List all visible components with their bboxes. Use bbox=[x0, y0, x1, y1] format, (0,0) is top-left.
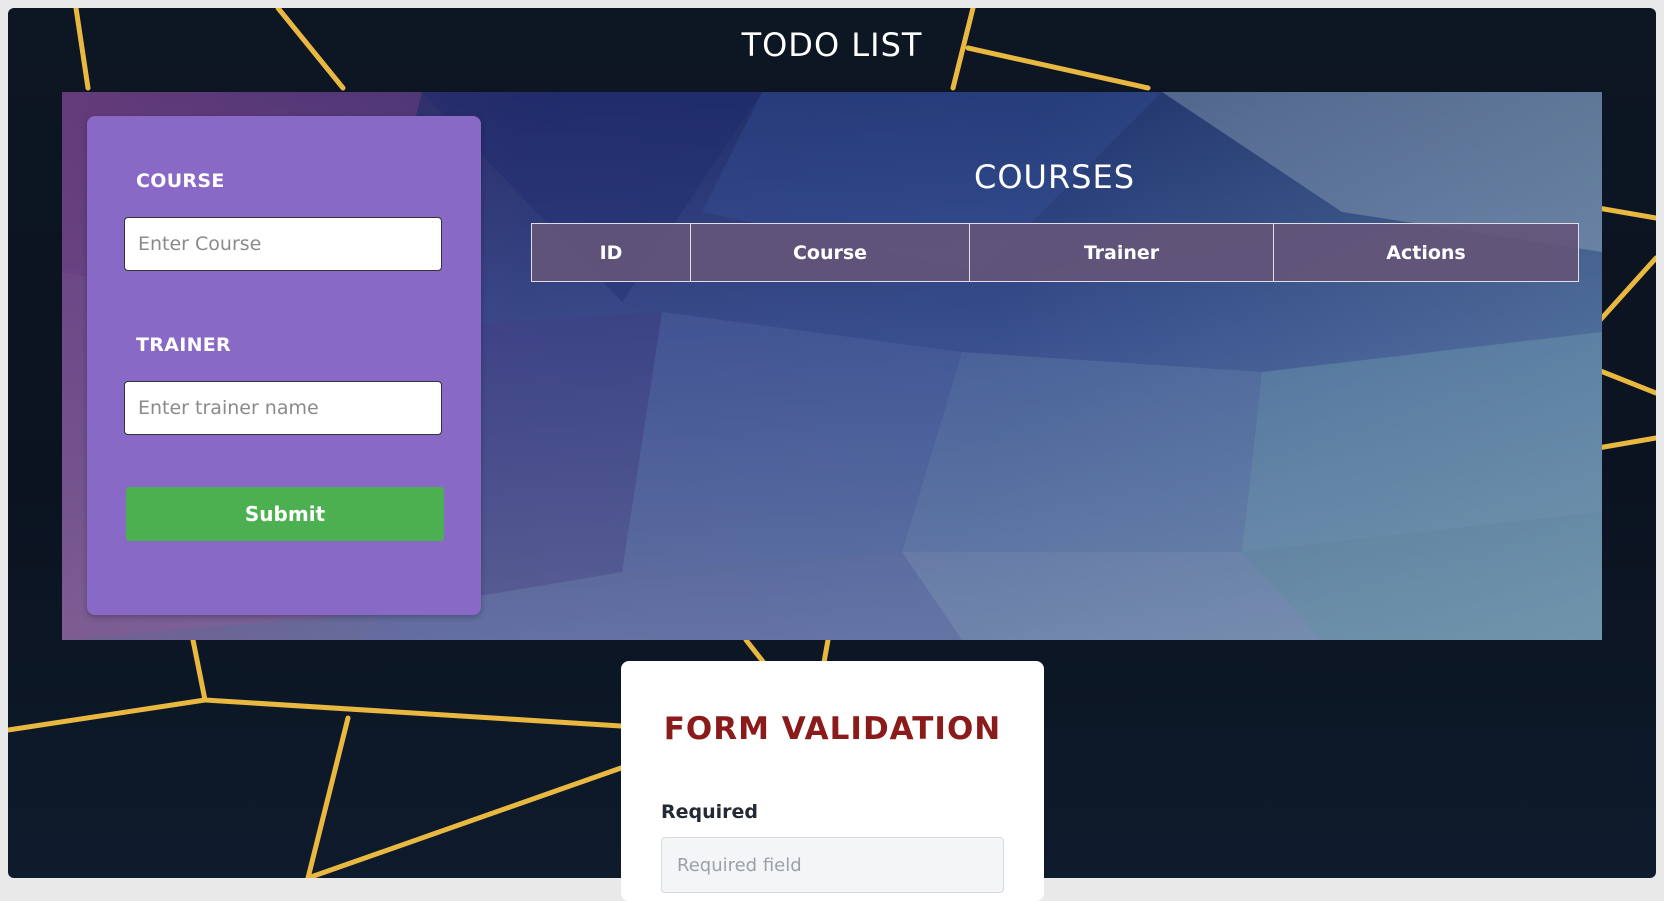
required-label: Required bbox=[661, 801, 759, 823]
course-form-card: COURSE TRAINER Submit bbox=[87, 116, 481, 615]
trainer-label: TRAINER bbox=[136, 334, 231, 356]
courses-title: COURSES bbox=[973, 158, 1136, 196]
column-header-actions: Actions bbox=[1273, 223, 1579, 282]
table-header-row: ID Course Trainer Actions bbox=[531, 223, 1579, 282]
validation-title: FORM VALIDATION bbox=[663, 711, 1002, 747]
trainer-input[interactable] bbox=[124, 381, 442, 435]
courses-table: ID Course Trainer Actions bbox=[531, 223, 1579, 282]
column-header-id: ID bbox=[531, 223, 691, 282]
required-input[interactable] bbox=[661, 837, 1004, 893]
column-header-course: Course bbox=[690, 223, 970, 282]
course-input[interactable] bbox=[124, 217, 442, 271]
submit-button[interactable]: Submit bbox=[126, 487, 444, 541]
course-label: COURSE bbox=[136, 170, 225, 192]
column-header-trainer: Trainer bbox=[969, 223, 1274, 282]
page-title: TODO LIST bbox=[741, 26, 923, 64]
form-validation-card: FORM VALIDATION Required bbox=[621, 661, 1044, 901]
